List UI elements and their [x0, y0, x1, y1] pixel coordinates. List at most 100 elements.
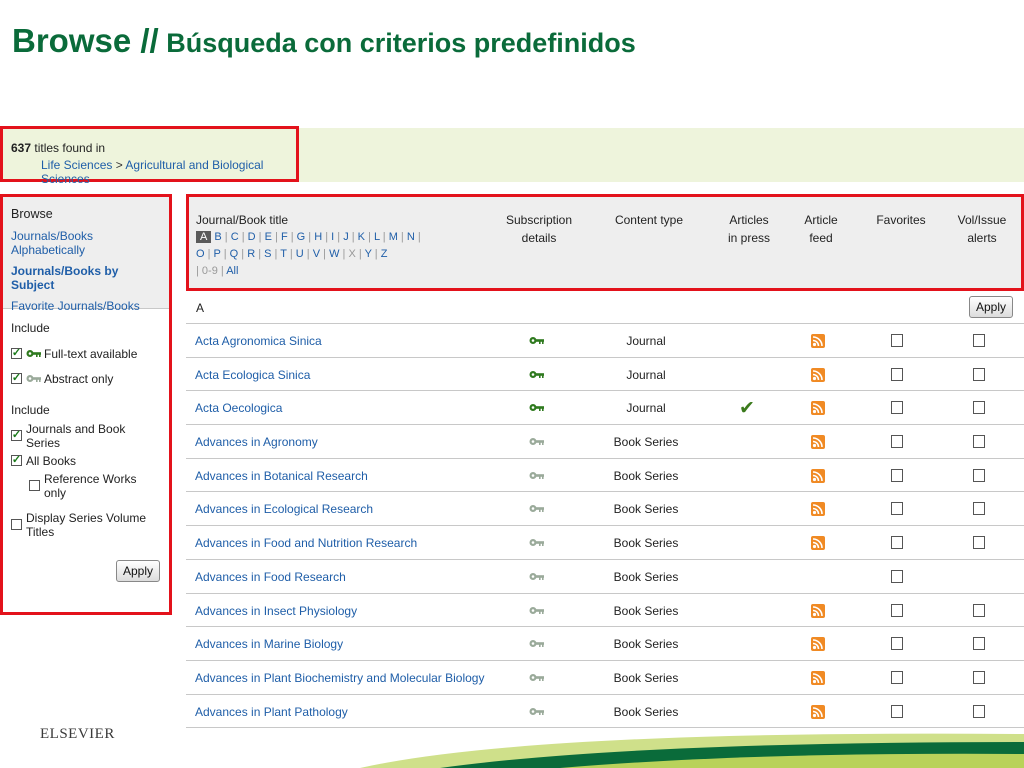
row-title-link[interactable]: Advances in Insect Physiology: [195, 604, 357, 618]
table-row: Advances in Food and Nutrition Research B…: [186, 526, 1024, 560]
favorite-checkbox[interactable]: [891, 637, 903, 651]
link-by-subject[interactable]: Journals/Books by Subject: [11, 264, 161, 292]
breadcrumb-life-sciences[interactable]: Life Sciences: [41, 158, 112, 172]
header-title[interactable]: Journal/Book title: [196, 211, 288, 229]
alphabet-letter[interactable]: M: [389, 231, 398, 243]
rss-feed-icon[interactable]: [811, 637, 825, 652]
alphabet-separator: |: [397, 231, 407, 243]
alphabet-letter[interactable]: S: [264, 248, 271, 260]
alphabet-all[interactable]: All: [226, 265, 238, 277]
alphabet-letter[interactable]: V: [313, 248, 320, 260]
row-title-link[interactable]: Advances in Food Research: [195, 570, 346, 584]
rss-feed-icon[interactable]: [811, 603, 825, 618]
filter-display-series[interactable]: Display Series Volume Titles: [11, 511, 161, 539]
alphabet-index: A B | C | D | E | F | G | H | I | J | K …: [196, 229, 496, 280]
filter-abstract[interactable]: ✓ Abstract only: [11, 366, 161, 391]
row-title-link[interactable]: Acta Agronomica Sinica: [195, 334, 322, 348]
favorite-checkbox[interactable]: [891, 435, 903, 449]
header-articles-in-press: Articles in press: [709, 211, 789, 247]
rss-feed-icon[interactable]: [811, 468, 825, 483]
alphabet-letter[interactable]: U: [296, 248, 304, 260]
favorite-checkbox[interactable]: [891, 334, 903, 347]
alert-checkbox[interactable]: [973, 367, 985, 381]
sidebar-apply-button[interactable]: Apply: [115, 560, 160, 582]
favorite-checkbox[interactable]: [891, 367, 903, 381]
alphabet-letter[interactable]: E: [265, 231, 272, 243]
rss-feed-icon[interactable]: [811, 704, 825, 719]
row-title-link[interactable]: Advances in Plant Biochemistry and Molec…: [195, 671, 484, 685]
abstract-label: Abstract only: [44, 371, 114, 386]
alphabet-letter[interactable]: W: [329, 248, 339, 260]
alphabet-letter[interactable]: B: [214, 231, 221, 243]
rss-feed-icon[interactable]: [811, 401, 825, 416]
alphabet-letter[interactable]: C: [231, 231, 239, 243]
filter-reference-works[interactable]: Reference Works only: [11, 472, 161, 500]
alphabet-separator: |: [320, 248, 330, 260]
alert-checkbox[interactable]: [973, 435, 985, 449]
alphabet-letter[interactable]: N: [407, 231, 415, 243]
row-content-type: Journal: [626, 367, 666, 382]
results-found-text: titles found in: [31, 141, 106, 155]
alphabet-letter[interactable]: Z: [381, 248, 388, 260]
row-title-link[interactable]: Advances in Marine Biology: [195, 637, 343, 651]
alert-checkbox[interactable]: [973, 536, 985, 550]
alphabet-letter[interactable]: H: [314, 231, 322, 243]
alphabet-letter[interactable]: G: [297, 231, 306, 243]
alphabet-separator: |: [322, 231, 332, 243]
table-apply-button[interactable]: Apply: [968, 296, 1013, 318]
slide-title-sub: Búsqueda con criterios predefinidos: [158, 28, 636, 58]
row-title-link[interactable]: Advances in Botanical Research: [195, 469, 368, 483]
favorite-checkbox[interactable]: [891, 468, 903, 482]
abstract-checkbox[interactable]: ✓: [11, 373, 22, 384]
row-title-link[interactable]: Acta Oecologica: [195, 401, 282, 415]
rss-feed-icon[interactable]: [811, 670, 825, 685]
row-title-link[interactable]: Advances in Agronomy: [195, 435, 318, 449]
journals-series-checkbox[interactable]: ✓: [11, 430, 22, 441]
alert-checkbox[interactable]: [973, 334, 985, 347]
reference-works-checkbox[interactable]: [29, 480, 40, 491]
alphabet-letter[interactable]: R: [247, 248, 255, 260]
alphabet-letter[interactable]: Q: [230, 248, 239, 260]
rss-feed-icon[interactable]: [811, 334, 825, 348]
favorite-checkbox[interactable]: [891, 536, 903, 550]
alphabet-letter[interactable]: D: [248, 231, 256, 243]
link-alphabetically[interactable]: Journals/Books Alphabetically: [11, 229, 161, 257]
alert-checkbox[interactable]: [973, 502, 985, 516]
favorite-checkbox[interactable]: [891, 603, 903, 617]
alphabet-letter[interactable]: F: [281, 231, 288, 243]
alphabet-letter[interactable]: Y: [365, 248, 372, 260]
display-series-checkbox[interactable]: [11, 519, 22, 530]
favorite-checkbox[interactable]: [891, 704, 903, 718]
rss-feed-icon[interactable]: [811, 502, 825, 517]
alert-checkbox[interactable]: [973, 704, 985, 718]
filter-all-books[interactable]: ✓ All Books: [11, 448, 161, 473]
alert-checkbox[interactable]: [973, 468, 985, 482]
rss-feed-icon[interactable]: [811, 536, 825, 551]
key-full-icon: [529, 334, 544, 348]
row-title-link[interactable]: Acta Ecologica Sinica: [195, 368, 310, 382]
full-text-checkbox[interactable]: ✓: [11, 348, 22, 359]
alphabet-letter[interactable]: K: [358, 231, 365, 243]
alphabet-letter[interactable]: P: [214, 248, 221, 260]
filter-journals-series[interactable]: ✓ Journals and Book Series: [11, 422, 161, 450]
favorite-checkbox[interactable]: [891, 569, 903, 583]
alert-checkbox[interactable]: [973, 637, 985, 651]
favorite-checkbox[interactable]: [891, 502, 903, 516]
all-books-checkbox[interactable]: ✓: [11, 455, 22, 466]
alphabet-letter[interactable]: O: [196, 248, 205, 260]
row-title-link[interactable]: Advances in Ecological Research: [195, 502, 373, 516]
alphabet-letter-disabled: X: [348, 248, 356, 260]
link-favorites[interactable]: Favorite Journals/Books: [11, 299, 161, 313]
alert-checkbox[interactable]: [973, 670, 985, 684]
row-title-link[interactable]: Advances in Plant Pathology: [195, 705, 348, 719]
alphabet-separator: |: [303, 248, 313, 260]
alert-checkbox[interactable]: [973, 603, 985, 617]
filter-full-text[interactable]: ✓ Full-text available: [11, 341, 161, 366]
row-title-link[interactable]: Advances in Food and Nutrition Research: [195, 536, 417, 550]
favorite-checkbox[interactable]: [891, 670, 903, 684]
rss-feed-icon[interactable]: [811, 367, 825, 382]
key-abstract-icon: [529, 536, 544, 550]
favorite-checkbox[interactable]: [891, 401, 903, 415]
alert-checkbox[interactable]: [973, 401, 985, 415]
rss-feed-icon[interactable]: [811, 435, 825, 450]
